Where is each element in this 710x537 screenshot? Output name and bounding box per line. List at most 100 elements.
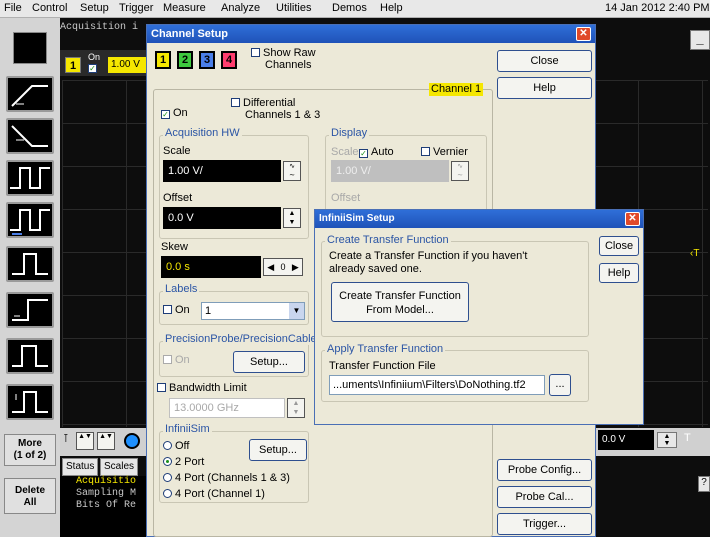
labels-select[interactable]: 1 ▼	[201, 302, 305, 320]
four-port-13-radio[interactable]: 4 Port (Channels 1 & 3)	[163, 472, 290, 484]
close-button[interactable]: Close	[599, 236, 639, 256]
rising-edge-tool-icon[interactable]	[6, 246, 54, 282]
vernier-label: Vernier	[433, 146, 468, 158]
channel-1-scale[interactable]: 1.00 V	[108, 57, 148, 73]
help-button[interactable]: Help	[497, 77, 592, 99]
skew-step-value: 0	[280, 262, 286, 272]
falling-edge-tool-icon[interactable]	[6, 292, 54, 328]
tab-status[interactable]: Status	[62, 458, 99, 476]
pulse-tool-icon[interactable]	[6, 202, 54, 238]
more-label: More	[18, 438, 42, 449]
bandwidth-field: 13.0000 GHz	[169, 398, 285, 418]
skew-label: Skew	[161, 241, 188, 253]
infiniisim-setup-button[interactable]: Setup...	[249, 439, 307, 461]
probe-cal-button[interactable]: Probe Cal...	[497, 486, 592, 508]
menu-measure[interactable]: Measure	[163, 2, 206, 14]
channel-1-badge[interactable]: 1	[65, 57, 81, 73]
checkbox-icon	[163, 355, 172, 364]
status-line: Acquisitio	[76, 476, 137, 487]
display-offset-label: Offset	[331, 192, 361, 204]
t-icon: ⊺	[63, 433, 69, 445]
up-down-spin-icon[interactable]: ▲▼	[97, 432, 115, 450]
four-port-13-label: 4 Port (Channels 1 & 3)	[175, 472, 290, 484]
scale-field[interactable]: 1.00 V/	[163, 160, 281, 182]
skew-field[interactable]: 0.0 s	[161, 256, 261, 278]
right-arrow-icon[interactable]: ▶	[292, 259, 299, 275]
chevron-down-icon[interactable]: ▼	[289, 303, 304, 319]
more-button[interactable]: More (1 of 2)	[4, 434, 56, 466]
channel-1-button[interactable]: 1	[155, 51, 171, 69]
menu-control[interactable]: Control	[32, 2, 67, 14]
help-button[interactable]: Help	[599, 263, 639, 283]
labels-select-value: 1	[205, 305, 212, 317]
close-icon[interactable]: ✕	[625, 212, 640, 226]
four-port-1-radio[interactable]: 4 Port (Channel 1)	[163, 488, 265, 500]
offset-label: Offset	[163, 192, 193, 204]
help-question-button[interactable]: ?	[698, 476, 710, 492]
close-button[interactable]: Close	[497, 50, 592, 72]
glitch-tool-icon[interactable]	[6, 384, 54, 420]
skew-stepper[interactable]: ◀ 0 ▶	[263, 258, 303, 276]
precision-setup-button[interactable]: Setup...	[233, 351, 305, 373]
channel-3-button[interactable]: 3	[199, 51, 215, 69]
trigger-button[interactable]: Trigger...	[497, 513, 592, 535]
horizontal-marker-tool-icon[interactable]	[6, 76, 54, 112]
bandwidth-checkbox[interactable]: Bandwidth Limit	[157, 382, 247, 394]
channel-4-button[interactable]: 4	[221, 51, 237, 69]
create-text-1: Create a Transfer Function if you haven'…	[329, 250, 528, 262]
labels-on-checkbox[interactable]: On	[163, 304, 190, 316]
status-line: Sampling M	[76, 488, 137, 499]
file-path-field[interactable]: ...uments\Infiniium\Filters\DoNothing.tf…	[329, 375, 545, 395]
right-t-label: T	[684, 432, 691, 444]
delete-all-button[interactable]: Delete All	[4, 478, 56, 514]
tab-scales[interactable]: Scales	[100, 458, 139, 476]
two-port-radio[interactable]: 2 Port	[163, 456, 204, 468]
menu-help[interactable]: Help	[380, 2, 403, 14]
display-label: Display	[329, 127, 370, 139]
show-raw-checkbox[interactable]: Show Raw Channels	[251, 47, 316, 71]
on-checkbox[interactable]: ✓ On	[161, 107, 188, 119]
two-port-label: 2 Port	[175, 456, 205, 468]
menu-file[interactable]: File	[4, 2, 22, 14]
menu-demos[interactable]: Demos	[332, 2, 367, 14]
menu-utilities[interactable]: Utilities	[276, 2, 311, 14]
vernier-checkbox[interactable]: Vernier	[421, 146, 468, 158]
right-spin-icon[interactable]: ▲ ▼	[657, 432, 677, 448]
up-down-spin-icon[interactable]: ▲▼	[76, 432, 94, 450]
check-icon: ✓	[359, 149, 368, 158]
scale-knob-icon[interactable]: ∿ ∼	[283, 161, 301, 181]
browse-button[interactable]: ...	[549, 374, 571, 396]
checkbox-icon	[251, 48, 260, 57]
transition-tool-icon[interactable]	[6, 338, 54, 374]
channel-setup-title: Channel Setup	[147, 25, 595, 43]
show-raw-label-2: Channels	[265, 59, 312, 71]
color-circle-icon[interactable]	[124, 433, 140, 449]
channel-1-on-label: On	[88, 52, 101, 62]
offset-spin-icon[interactable]: ▲ ▼	[283, 208, 301, 228]
channel-label: Channel 1	[429, 83, 484, 96]
off-radio[interactable]: Off	[163, 440, 189, 452]
radio-icon	[163, 473, 172, 482]
minimize-button[interactable]: _	[690, 30, 710, 50]
menu-setup[interactable]: Setup	[80, 2, 109, 14]
toolbar-black-button[interactable]	[13, 32, 47, 64]
channel-2-button[interactable]: 2	[177, 51, 193, 69]
precision-label: PrecisionProbe/PrecisionCable	[163, 333, 319, 345]
left-arrow-icon[interactable]: ◀	[267, 259, 274, 275]
probe-config-button[interactable]: Probe Config...	[497, 459, 592, 481]
checkbox-icon	[421, 147, 430, 156]
close-icon[interactable]: ✕	[576, 27, 591, 41]
differential-checkbox[interactable]: Differential Channels 1 & 3	[231, 97, 320, 121]
menu-trigger[interactable]: Trigger	[119, 2, 153, 14]
auto-checkbox[interactable]: ✓ Auto	[359, 146, 394, 158]
right-offset-value[interactable]: 0.0 V	[598, 430, 654, 450]
display-scale-label: Scale	[331, 146, 359, 158]
show-raw-label: Show Raw	[263, 47, 316, 59]
menu-analyze[interactable]: Analyze	[221, 2, 260, 14]
create-transfer-function-button[interactable]: Create Transfer Function From Model...	[331, 282, 469, 322]
pulse-width-tool-icon[interactable]	[6, 160, 54, 196]
offset-field[interactable]: 0.0 V	[163, 207, 281, 229]
checkbox-icon	[157, 383, 166, 392]
channel-1-on-toggle[interactable]: On ✓	[88, 52, 100, 73]
slope-tool-icon[interactable]	[6, 118, 54, 154]
